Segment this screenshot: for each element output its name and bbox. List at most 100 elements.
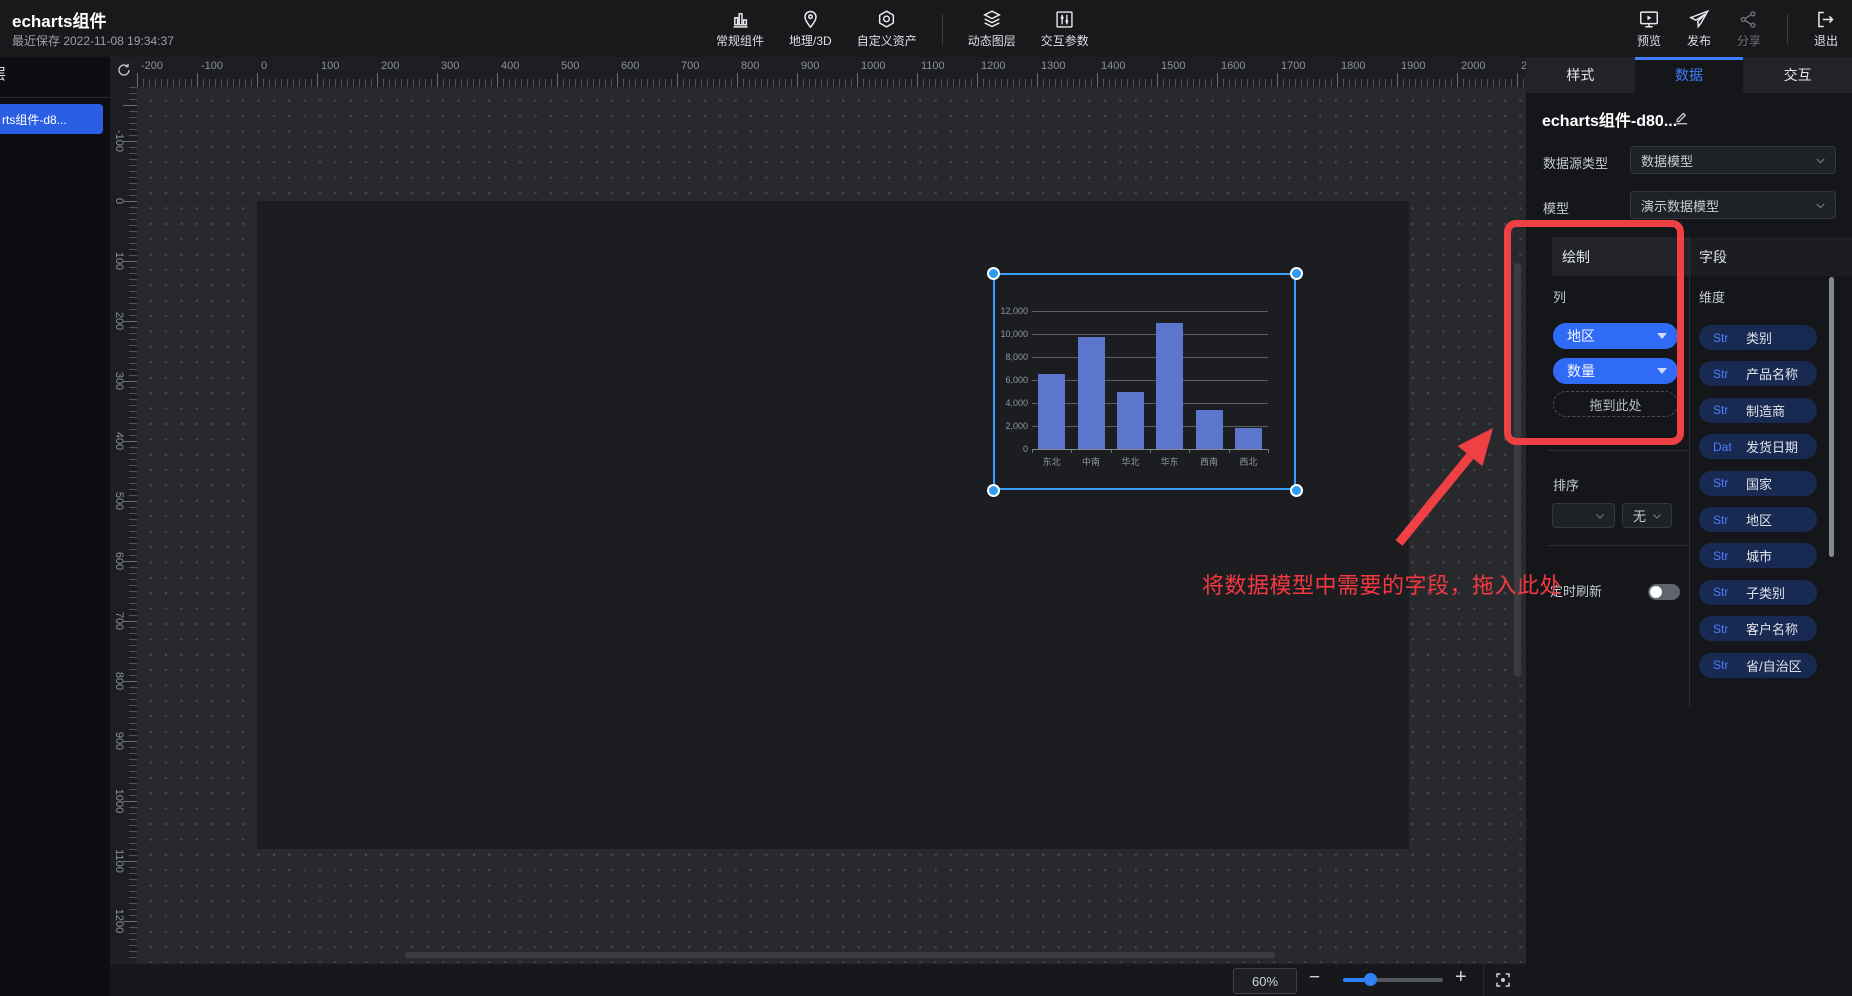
toolbar-item-map-pin[interactable]: 地理/3D xyxy=(789,8,832,49)
column-chip-1[interactable]: 地区 xyxy=(1553,323,1678,349)
field-pill-产品名称[interactable]: Str 产品名称 xyxy=(1699,361,1817,386)
tab-data[interactable]: 数据 xyxy=(1635,57,1744,93)
selection-handle-top-left[interactable] xyxy=(987,267,1000,280)
field-pill-子类别[interactable]: Str子类别 xyxy=(1699,580,1817,605)
auto-refresh-toggle[interactable] xyxy=(1648,584,1680,600)
toolbar-action-exit[interactable]: 退出 xyxy=(1814,8,1838,49)
zoom-level-input[interactable]: 60% xyxy=(1233,968,1297,994)
ruler-label: 1800 xyxy=(1341,60,1365,72)
toolbar-item-sliders-box[interactable]: 交互参数 xyxy=(1041,8,1089,49)
field-name: 产品名称 xyxy=(1746,364,1798,383)
top-header-bar: echarts组件 最近保存 2022-11-08 19:34:37 常规组件地… xyxy=(0,0,1852,57)
field-pill-类别[interactable]: Str类别 xyxy=(1699,325,1817,350)
ruler-label: 100 xyxy=(321,60,339,72)
field-pill-地区[interactable]: Str地区 xyxy=(1699,507,1817,532)
ruler-label: 1900 xyxy=(1401,60,1425,72)
bottom-bar-divider xyxy=(1483,964,1484,996)
model-select[interactable]: 演示数据模型 xyxy=(1630,191,1836,219)
ruler-label: 1400 xyxy=(1101,60,1125,72)
zoom-slider-knob[interactable] xyxy=(1364,973,1377,986)
chart-bar-西南 xyxy=(1196,410,1223,449)
toolbar-item-hexagon-asset[interactable]: 自定义资产 xyxy=(857,8,917,49)
field-list-scrollbar[interactable] xyxy=(1829,277,1834,557)
chart-gridline xyxy=(1032,311,1268,312)
zoom-in-button[interactable]: + xyxy=(1455,966,1467,989)
toolbar-action-share-nodes[interactable]: 分享 xyxy=(1737,8,1761,49)
ruler-label: 1100 xyxy=(113,849,125,873)
ruler-label: 1600 xyxy=(1221,60,1245,72)
field-pill-省/自治区[interactable]: Str省/自治区 xyxy=(1699,653,1817,678)
field-pill-国家[interactable]: Str国家 xyxy=(1699,471,1817,496)
field-name: 制造商 xyxy=(1746,401,1785,420)
field-section-header: 字段 xyxy=(1689,237,1852,276)
selection-handle-bottom-right[interactable] xyxy=(1290,484,1303,497)
sort-order-select[interactable]: 无 xyxy=(1622,503,1672,528)
field-pill-发货日期[interactable]: Dat发货日期 xyxy=(1699,434,1817,459)
sliders-box-icon xyxy=(1054,8,1075,30)
toolbar-item-layers[interactable]: 动态图层 xyxy=(968,8,1016,49)
toolbar-item-label: 退出 xyxy=(1814,32,1838,49)
column-chip-2[interactable]: 数量 xyxy=(1553,358,1678,384)
chip-label: 数量 xyxy=(1553,361,1657,381)
inspector-panel: 样式 数据 交互 echarts组件-d80... 数据源类型 数据模型 模型 … xyxy=(1526,57,1852,996)
refresh-icon[interactable] xyxy=(116,62,132,83)
field-pill-城市[interactable]: Str城市 xyxy=(1699,543,1817,568)
draw-section-header: 绘制 xyxy=(1552,237,1689,276)
ruler-label: 400 xyxy=(113,432,125,450)
selection-handle-top-right[interactable] xyxy=(1290,267,1303,280)
horizontal-ruler: -200-10001002003004005006007008009001000… xyxy=(137,57,1526,87)
field-type-badge: Str xyxy=(1713,549,1739,563)
field-pill-客户名称[interactable]: Str客户名称 xyxy=(1699,616,1817,641)
canvas-vertical-scrollbar[interactable] xyxy=(1514,263,1521,677)
chart-bar-华东 xyxy=(1156,323,1183,450)
toolbar-action-paper-plane[interactable]: 发布 xyxy=(1687,8,1711,49)
zoom-slider[interactable] xyxy=(1343,978,1443,982)
toolbar-item-label: 自定义资产 xyxy=(857,32,917,49)
field-type-badge: Str xyxy=(1713,367,1739,381)
ruler-label: 2000 xyxy=(1461,60,1485,72)
chart-y-tick-label: 6,000 xyxy=(996,375,1028,385)
canvas-horizontal-scrollbar[interactable] xyxy=(405,952,1275,958)
component-name: echarts组件-d80... xyxy=(1542,107,1677,131)
chart-x-tick xyxy=(1268,449,1269,453)
ruler-label: 400 xyxy=(501,60,519,72)
caret-down-icon[interactable] xyxy=(1657,368,1667,374)
chart-x-label: 华北 xyxy=(1121,455,1139,468)
ruler-label: 100 xyxy=(113,252,125,270)
design-canvas[interactable]: 12,00010,0008,0006,0004,0002,0000东北中南华北华… xyxy=(137,87,1526,963)
layer-item-selected[interactable]: rts组件-d8... xyxy=(0,104,103,134)
selected-echarts-component[interactable]: 12,00010,0008,0006,0004,0002,0000东北中南华北华… xyxy=(993,273,1296,490)
toolbar-action-monitor-play[interactable]: 预览 xyxy=(1637,8,1661,49)
fit-view-icon[interactable] xyxy=(1494,971,1512,994)
chart-x-tick xyxy=(1071,449,1072,453)
drop-here-target[interactable]: 拖到此处 xyxy=(1553,391,1678,417)
ruler-label: 600 xyxy=(113,552,125,570)
toolbar-item-chart-bars[interactable]: 常规组件 xyxy=(716,8,764,49)
sort-field-select[interactable] xyxy=(1552,503,1615,528)
chart-y-tick-label: 10,000 xyxy=(996,329,1028,339)
field-pill-制造商[interactable]: Str制造商 xyxy=(1699,398,1817,423)
tab-interaction[interactable]: 交互 xyxy=(1743,57,1852,93)
selection-handle-bottom-left[interactable] xyxy=(987,484,1000,497)
toolbar-item-label: 常规组件 xyxy=(716,32,764,49)
chart-y-tick-label: 2,000 xyxy=(996,421,1028,431)
ruler-corner[interactable] xyxy=(110,57,137,87)
chart-x-tick xyxy=(1229,449,1230,453)
chevron-down-icon xyxy=(1594,510,1606,522)
chart-x-label: 华东 xyxy=(1161,455,1179,468)
toolbar-right: 预览发布分享退出 xyxy=(1637,0,1838,57)
clipped-panel-label: 层 xyxy=(0,63,12,85)
sidebar-divider xyxy=(0,97,110,98)
caret-down-icon[interactable] xyxy=(1657,333,1667,339)
toolbar-item-label: 交互参数 xyxy=(1041,32,1089,49)
ruler-label: 1200 xyxy=(981,60,1005,72)
edit-name-icon[interactable] xyxy=(1674,110,1689,130)
toolbar-center: 常规组件 地理/3D 自定义资产 动态图层交互参数 xyxy=(716,0,1089,57)
field-type-badge: Str xyxy=(1713,658,1739,672)
zoom-out-button[interactable]: − xyxy=(1309,967,1320,989)
echarts-bar-chart: 12,00010,0008,0006,0004,0002,0000东北中南华北华… xyxy=(995,275,1294,488)
datasource-type-select[interactable]: 数据模型 xyxy=(1630,146,1836,174)
ruler-label: -100 xyxy=(113,130,125,152)
tab-style[interactable]: 样式 xyxy=(1526,57,1635,93)
column-label: 列 xyxy=(1553,287,1566,306)
